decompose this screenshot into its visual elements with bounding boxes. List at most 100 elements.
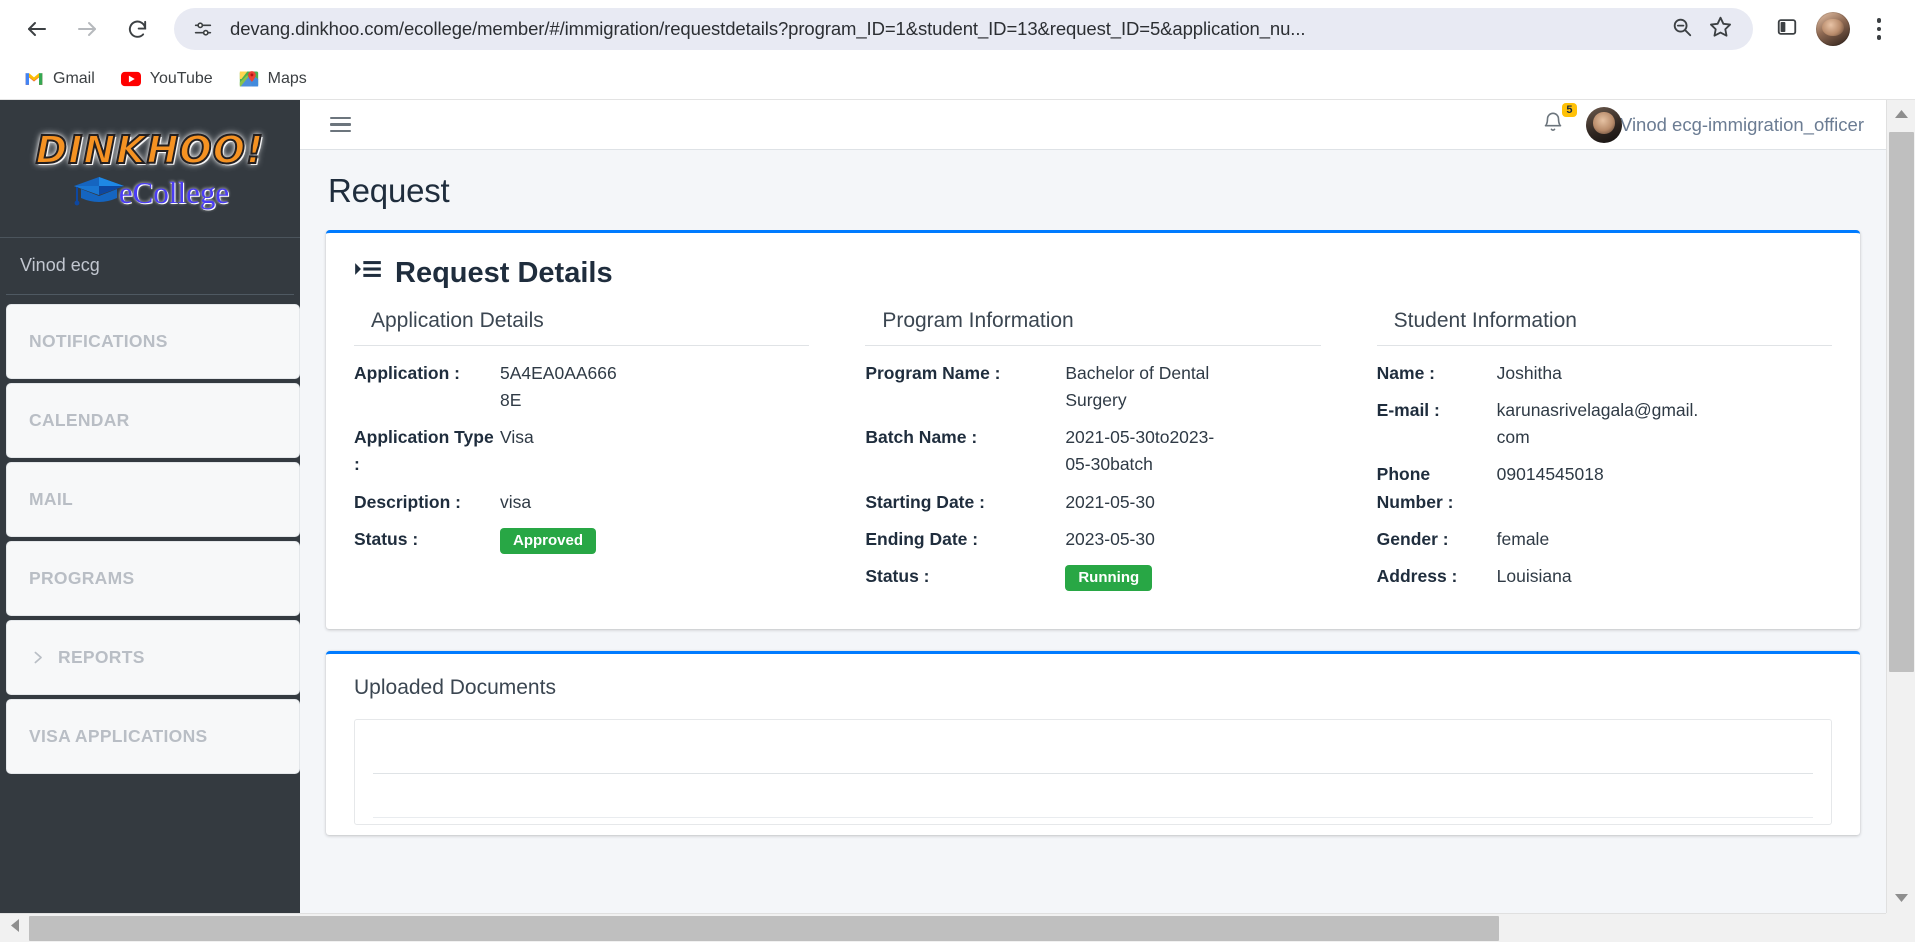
uploaded-documents-heading: Uploaded Documents <box>354 676 556 700</box>
back-button[interactable] <box>14 6 60 52</box>
forward-button[interactable] <box>64 6 110 52</box>
browser-content-viewport: DINKHOO! eCollege Vinod ecg NOTIFICATION… <box>0 100 1915 942</box>
detail-label: Gender : <box>1376 528 1449 549</box>
detail-row-status: Status : Approved <box>354 526 809 555</box>
detail-label: Address : <box>1376 565 1458 586</box>
chrome-profile-button[interactable] <box>1811 7 1855 51</box>
sidebar-item-visa-applications[interactable]: VISA APPLICATIONS <box>6 699 300 774</box>
vertical-scrollbar[interactable] <box>1886 100 1915 913</box>
bookmark-maps[interactable]: Maps <box>229 64 317 94</box>
detail-row-program-status: Status : Running <box>865 563 1320 592</box>
avatar <box>1585 106 1622 143</box>
detail-value: 2023-05-30 <box>1065 528 1155 549</box>
main-sidebar: DINKHOO! eCollege Vinod ecg NOTIFICATION… <box>0 100 300 913</box>
card-title-label: Request Details <box>395 256 613 289</box>
bookmark-youtube[interactable]: YouTube <box>111 64 223 94</box>
brand-wordmark: DINKHOO! <box>35 128 265 172</box>
detail-row-starting-date: Starting Date : 2021-05-30 <box>865 489 1320 516</box>
sidebar-item-label: REPORTS <box>58 647 145 667</box>
vertical-scrollbar-thumb[interactable] <box>1889 132 1914 672</box>
scroll-up-button[interactable] <box>1887 100 1915 129</box>
bookmark-button[interactable] <box>1701 10 1739 48</box>
horizontal-scrollbar-thumb[interactable] <box>29 915 1499 941</box>
sidebar-brand[interactable]: DINKHOO! eCollege <box>0 100 300 238</box>
uploaded-documents-table-wrap <box>326 719 1860 835</box>
request-details-card-header: Request Details <box>326 233 1860 299</box>
notifications-button[interactable]: 5 <box>1542 103 1577 138</box>
detail-row-application: Application : 5A4EA0AA6668E <box>354 360 809 414</box>
address-bar[interactable]: devang.dinkhoo.com/ecollege/member/#/imm… <box>174 8 1753 50</box>
detail-value: 09014545018 <box>1496 464 1604 485</box>
hamburger-menu-icon[interactable] <box>328 113 353 137</box>
reload-button[interactable] <box>114 6 160 52</box>
sidebar-item-calendar[interactable]: CALENDAR <box>6 383 300 458</box>
scroll-left-button[interactable] <box>0 914 29 942</box>
sidebar-user-name[interactable]: Vinod ecg <box>6 238 294 295</box>
notification-count-badge: 5 <box>1561 103 1577 118</box>
detail-label: Batch Name : <box>865 427 978 448</box>
detail-value: 2021-05-30to2023-05-30batch <box>1065 427 1215 475</box>
bookmark-label: YouTube <box>149 69 213 87</box>
url-text[interactable]: devang.dinkhoo.com/ecollege/member/#/imm… <box>230 18 1663 40</box>
detail-row-application-type: Application Type : Visa <box>354 424 809 478</box>
program-information-column: Program Information Program Name : Bache… <box>865 309 1321 601</box>
back-arrow-icon <box>25 17 49 41</box>
reload-icon <box>126 18 149 41</box>
student-information-heading: Student Information <box>1376 309 1832 346</box>
content-scroll-area: Request Details Application Details Appl… <box>300 230 1886 913</box>
detail-label: Status : <box>865 565 930 586</box>
scroll-down-button[interactable] <box>1887 884 1915 913</box>
brand-sub-row: eCollege <box>71 173 229 212</box>
triangle-down-icon <box>1894 890 1909 908</box>
zoom-out-button[interactable] <box>1663 10 1701 48</box>
page-header: Request <box>300 150 1886 230</box>
three-dot-menu-icon <box>1876 18 1882 40</box>
detail-value: 5A4EA0AA6668E <box>500 363 617 411</box>
user-name-label: Vinod ecg-immigration_officer <box>1619 113 1864 135</box>
app-page: DINKHOO! eCollege Vinod ecg NOTIFICATION… <box>0 100 1886 913</box>
app-topbar: 5 Vinod ecg-immigration_officer <box>300 100 1886 150</box>
detail-label: Ending Date : <box>865 528 979 549</box>
chrome-menu-button[interactable] <box>1857 7 1901 51</box>
google-maps-icon <box>239 69 259 89</box>
detail-value: Louisiana <box>1496 565 1572 586</box>
bookmark-gmail[interactable]: Gmail <box>14 64 105 94</box>
detail-label: Status : <box>354 528 419 549</box>
sidebar-item-reports[interactable]: REPORTS <box>6 620 300 695</box>
horizontal-scrollbar[interactable] <box>0 913 1915 942</box>
sidebar-item-label: CALENDAR <box>29 410 130 430</box>
star-bookmark-icon <box>1709 15 1732 43</box>
horizontal-scrollbar-track[interactable] <box>29 914 1886 942</box>
triangle-left-icon <box>10 918 20 938</box>
forward-arrow-icon <box>75 17 99 41</box>
sidebar-item-notifications[interactable]: NOTIFICATIONS <box>6 304 300 379</box>
bookmark-label: Gmail <box>53 69 95 87</box>
page-title: Request <box>328 172 450 209</box>
application-details-column: Application Details Application : 5A4EA0… <box>354 309 810 601</box>
site-settings-icon[interactable] <box>192 18 214 40</box>
detail-row-ending-date: Ending Date : 2023-05-30 <box>865 526 1320 553</box>
side-panel-icon <box>1776 16 1798 43</box>
request-details-card: Request Details Application Details Appl… <box>326 230 1860 630</box>
detail-row-batch-name: Batch Name : 2021-05-30to2023-05-30batch <box>865 424 1320 478</box>
sidebar-item-programs[interactable]: PROGRAMS <box>6 541 300 616</box>
detail-label: Program Name : <box>865 363 1001 383</box>
chevron-right-icon <box>29 649 46 666</box>
side-panel-button[interactable] <box>1765 7 1809 51</box>
gmail-icon <box>24 69 44 89</box>
detail-value: Approved <box>500 526 625 555</box>
browser-toolbar: devang.dinkhoo.com/ecollege/member/#/imm… <box>0 0 1915 58</box>
status-badge: Approved <box>500 527 597 555</box>
detail-label: Name : <box>1376 363 1436 383</box>
table-row[interactable] <box>373 774 1813 819</box>
sidebar-nav: NOTIFICATIONS CALENDAR MAIL PROGRAMS REP… <box>0 295 300 778</box>
card-title-row: Request Details <box>354 255 1832 291</box>
bookmarks-bar: Gmail YouTube Maps <box>0 58 1915 100</box>
detail-label: Starting Date : <box>865 491 985 512</box>
sidebar-item-label: PROGRAMS <box>29 568 135 588</box>
status-badge: Running <box>1065 564 1153 592</box>
user-menu[interactable]: Vinod ecg-immigration_officer <box>1585 106 1864 143</box>
uploaded-documents-table <box>354 719 1832 826</box>
detail-label: Application Type : <box>354 427 494 475</box>
sidebar-item-mail[interactable]: MAIL <box>6 462 300 537</box>
